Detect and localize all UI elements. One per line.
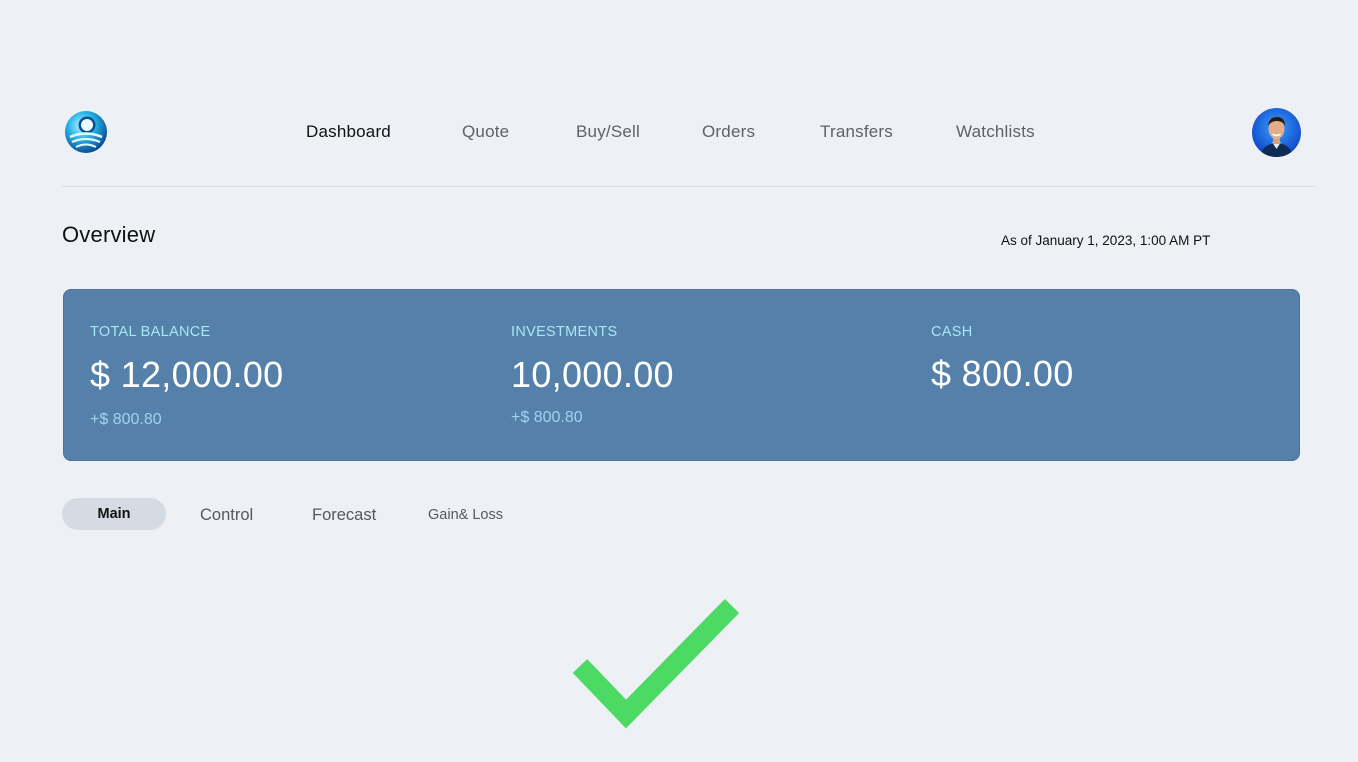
nav-dashboard[interactable]: Dashboard [306, 122, 391, 142]
tab-control[interactable]: Control [200, 499, 253, 531]
nav-buy-sell[interactable]: Buy/Sell [576, 122, 640, 142]
investments-change: +$ 800.80 [511, 409, 583, 426]
investments-value: 10,000.00 [511, 354, 674, 395]
balance-summary-card: TOTAL BALANCE $ 12,000.00 +$ 800.80 INVE… [63, 289, 1300, 461]
main-nav: Dashboard Quote Buy/Sell Orders Transfer… [62, 104, 1316, 160]
nav-orders[interactable]: Orders [702, 122, 755, 142]
nav-quote[interactable]: Quote [462, 122, 509, 142]
tab-main[interactable]: Main [62, 498, 166, 530]
nav-watchlists[interactable]: Watchlists [956, 122, 1035, 142]
total-balance-value: $ 12,000.00 [90, 354, 284, 395]
page-title: Overview [62, 222, 156, 247]
as-of-timestamp: As of January 1, 2023, 1:00 AM PT [1001, 233, 1211, 248]
user-avatar[interactable] [1252, 108, 1301, 157]
tab-forecast[interactable]: Forecast [312, 499, 376, 531]
tab-gain-loss[interactable]: Gain& Loss [428, 499, 503, 531]
total-balance-change: +$ 800.80 [90, 411, 162, 428]
nav-transfers[interactable]: Transfers [820, 122, 893, 142]
cash-value: $ 800.00 [931, 353, 1074, 394]
investments-label: INVESTMENTS [511, 324, 618, 340]
cash-label: CASH [931, 324, 973, 340]
top-header: Dashboard Quote Buy/Sell Orders Transfer… [62, 104, 1316, 187]
total-balance-label: TOTAL BALANCE [90, 324, 211, 340]
check-mark-icon [566, 594, 746, 734]
